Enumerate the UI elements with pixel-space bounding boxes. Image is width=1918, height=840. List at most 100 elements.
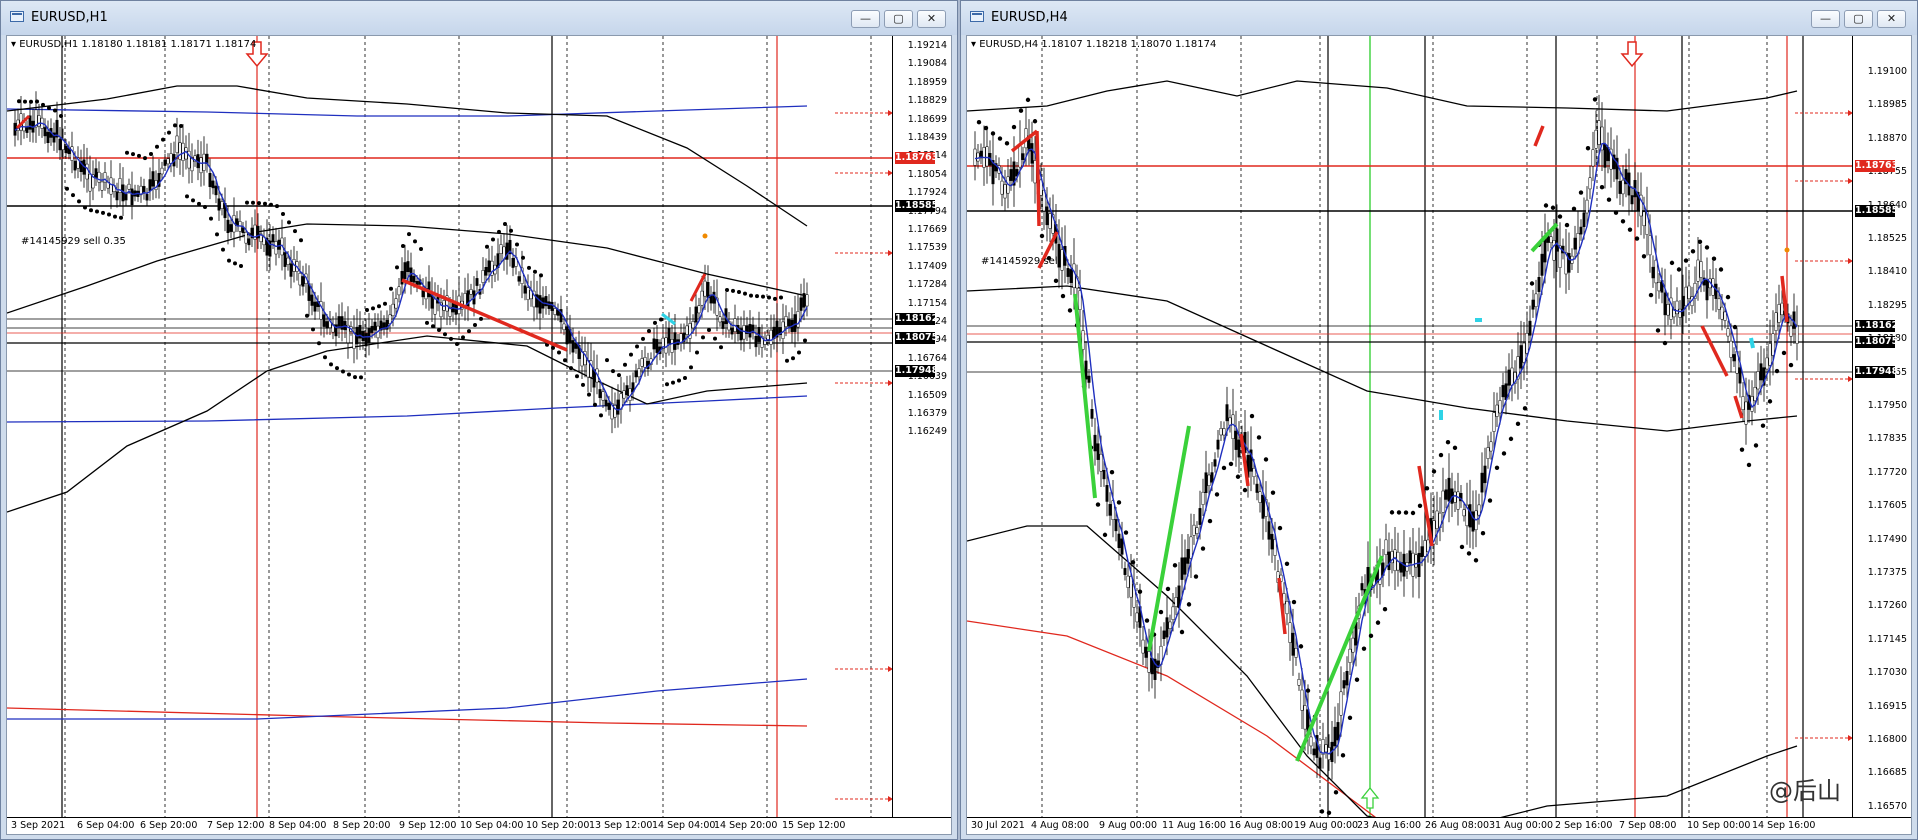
candle-body — [700, 290, 704, 306]
sar-dot — [419, 246, 423, 251]
price-scale[interactable]: 1.191001.189851.188701.187551.186401.185… — [1852, 36, 1911, 821]
sar-dot — [1417, 503, 1423, 508]
symbol-quote: EURUSD,H1 1.18180 1.18181 1.18171 1.1817… — [19, 39, 257, 50]
candle-body — [1216, 439, 1220, 450]
sar-dot — [1123, 530, 1129, 535]
price-tick-label: 1.17375 — [1867, 567, 1907, 578]
time-tick-label: 15 Sep 12:00 — [782, 820, 846, 831]
price-chart[interactable] — [967, 36, 1912, 835]
candle-body — [277, 239, 281, 250]
sar-dot — [179, 124, 183, 129]
sar-dot — [1144, 618, 1150, 623]
window-title: EURUSD,H4 — [991, 10, 1068, 25]
candle-body — [1741, 396, 1745, 410]
sar-dot — [389, 286, 393, 291]
price-tick-label: 1.16570 — [1867, 800, 1907, 812]
candle-body — [1717, 298, 1721, 310]
candle-body — [1120, 538, 1124, 555]
candle-body — [151, 171, 155, 187]
candle-body — [1789, 325, 1793, 337]
price-tick-label: 1.17669 — [907, 224, 947, 235]
candle-body — [1105, 485, 1109, 502]
price-tick-label: 1.17835 — [1867, 433, 1907, 445]
moving-average — [7, 395, 808, 423]
price-level-tag: 1.18585 — [895, 200, 939, 212]
price-tick-label: 1.17490 — [1867, 533, 1907, 545]
candle-body — [1456, 491, 1460, 510]
candle-body — [1345, 671, 1349, 686]
close-button[interactable]: ✕ — [917, 10, 946, 28]
candle-body — [550, 302, 554, 311]
candle-body — [625, 385, 629, 395]
window-titlebar[interactable]: EURUSD,H4 — ▢ ✕ — [961, 1, 1917, 35]
candle-body — [367, 328, 371, 343]
candle-body — [976, 152, 980, 162]
sar-dot — [743, 291, 747, 296]
sar-dot — [95, 209, 99, 214]
sar-dot — [431, 324, 435, 329]
candle-body — [1678, 308, 1682, 318]
moving-average — [7, 105, 808, 117]
sar-dot — [473, 322, 477, 327]
sar-dot — [65, 186, 69, 191]
candle-body — [1684, 286, 1688, 307]
price-tick-label: 1.18054 — [907, 168, 947, 180]
chart-canvas[interactable]: ▾ EURUSD,H4 1.18107 1.18218 1.18070 1.18… — [966, 35, 1912, 835]
candle-body — [748, 323, 752, 338]
time-tick-label: 6 Sep 20:00 — [140, 820, 198, 831]
minimize-button[interactable]: — — [1811, 10, 1840, 28]
candle-body — [1756, 371, 1760, 390]
sar-dot — [1326, 810, 1332, 815]
sar-dot — [1018, 108, 1024, 113]
candle-body — [1324, 744, 1328, 753]
minimize-button[interactable]: — — [851, 10, 880, 28]
candle-body — [1144, 646, 1148, 658]
sar-dot — [1158, 609, 1164, 615]
sar-dot — [1109, 470, 1115, 475]
close-button[interactable]: ✕ — [1877, 10, 1906, 28]
candle-body — [1642, 211, 1646, 227]
chart-window-h1[interactable]: EURUSD,H1 — ▢ ✕ ▾ EURUSD,H1 1.18180 1.18… — [0, 0, 958, 840]
maximize-button[interactable]: ▢ — [884, 10, 913, 28]
sar-dot — [707, 328, 711, 333]
time-tick-label: 7 Sep 12:00 — [207, 820, 265, 831]
chart-window-h4[interactable]: EURUSD,H4 — ▢ ✕ ▾ EURUSD,H4 1.18107 1.18… — [960, 0, 1918, 840]
candle-body — [205, 153, 209, 165]
candle-body — [46, 131, 50, 143]
chart-header: ▾ EURUSD,H1 1.18180 1.18181 1.18171 1.18… — [11, 39, 257, 50]
candle-body — [1522, 342, 1526, 363]
sar-dot — [425, 320, 429, 325]
time-axis[interactable]: 30 Jul 2021 4 Aug 08:00 9 Aug 00:00 11 Aug … — [967, 817, 1911, 834]
candle-body — [1261, 494, 1265, 519]
candle-body — [73, 160, 77, 171]
chart-canvas[interactable]: ▾ EURUSD,H1 1.18180 1.18181 1.18171 1.18… — [6, 35, 952, 835]
price-level-tag: 1.18763 — [895, 152, 939, 164]
time-axis[interactable]: 3 Sep 2021 6 Sep 04:00 6 Sep 20:00 7 Sep 12… — [7, 817, 951, 834]
candle-body — [1060, 249, 1064, 271]
price-tick-label: 1.17284 — [907, 279, 947, 291]
price-tick-label: 1.18439 — [907, 132, 947, 143]
price-scale[interactable]: 1.19214 1.19084 1.18959 1.18829 1.18699 1.184… — [892, 36, 951, 821]
price-tick-label: 1.16685 — [1867, 767, 1907, 779]
window-titlebar[interactable]: EURUSD,H1 — ▢ ✕ — [1, 1, 957, 35]
price-tick-label: 1.18410 — [1867, 266, 1907, 278]
sar-dot — [35, 99, 39, 104]
candle-body — [94, 168, 98, 178]
sar-dot — [71, 193, 75, 198]
sar-dot — [203, 204, 207, 209]
sar-dot — [113, 214, 117, 219]
candle-body — [1462, 509, 1466, 517]
sar-dot — [1382, 607, 1388, 612]
time-tick-label: 9 Aug 00:00 — [1099, 820, 1158, 831]
sar-dot — [41, 102, 45, 107]
candle-body — [337, 316, 341, 328]
maximize-button[interactable]: ▢ — [1844, 10, 1873, 28]
candle-body — [1048, 213, 1052, 229]
sar-dot — [1697, 239, 1703, 245]
price-tick-label: 1.18870 — [1867, 132, 1907, 144]
sar-dot — [1424, 486, 1430, 491]
band-upper — [7, 85, 808, 227]
price-chart[interactable] — [7, 36, 952, 835]
price-tick-label: 1.18295 — [1867, 299, 1907, 311]
candle-body — [1099, 453, 1103, 472]
